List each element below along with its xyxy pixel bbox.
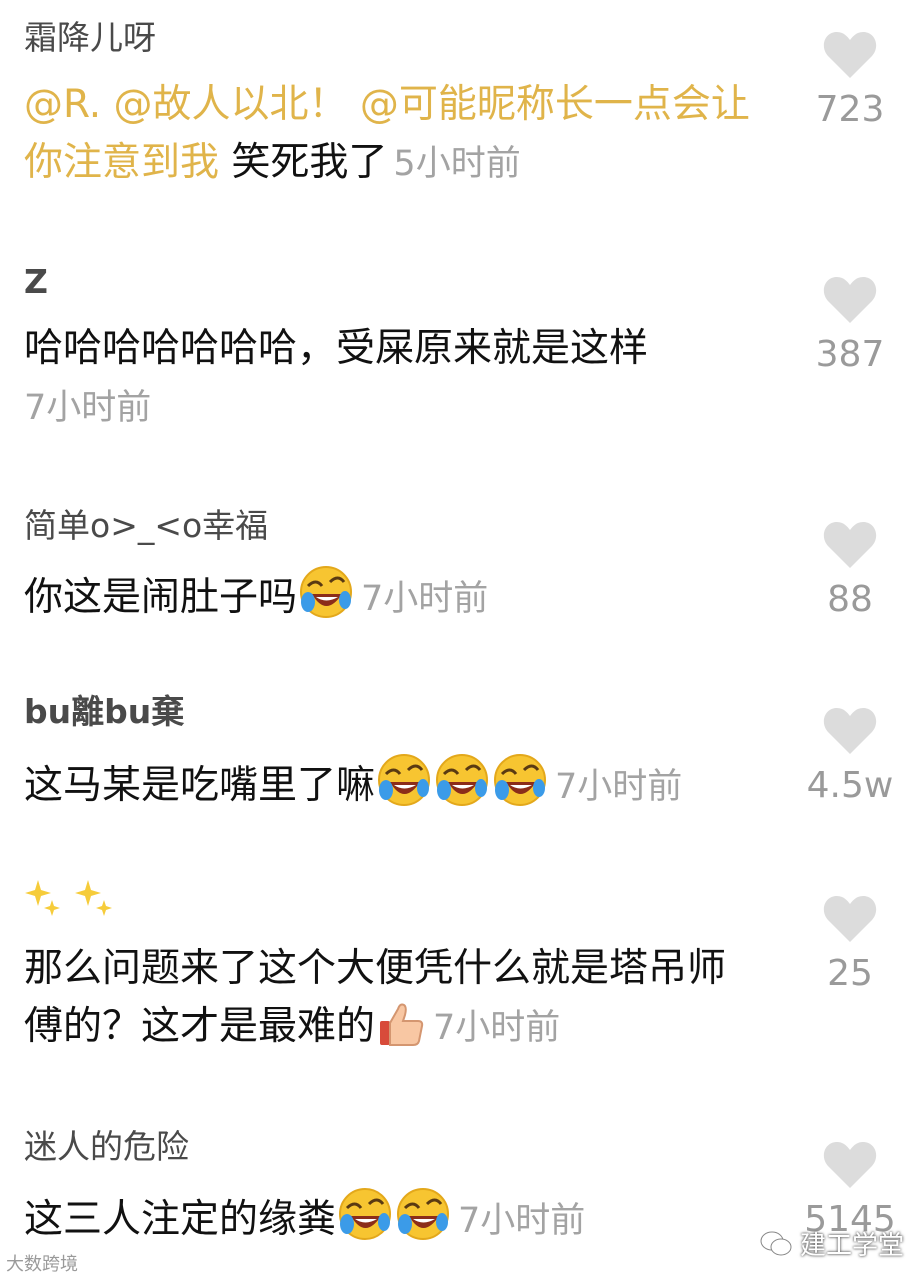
comment-body: 笑死我了	[219, 140, 388, 185]
comment-username[interactable]: 简单o>_<o幸福	[24, 506, 268, 546]
like-control[interactable]: 723	[800, 30, 900, 130]
comment-username[interactable]: 霜降儿呀	[24, 18, 156, 58]
laughing-crying-emoji	[300, 566, 353, 618]
laughing-crying-emoji	[378, 754, 431, 806]
like-count: 88	[827, 579, 873, 620]
heart-icon[interactable]	[822, 275, 878, 325]
like-control[interactable]: 88	[800, 520, 900, 620]
comment-body: 那么问题来了这个大便凭什么就是塔吊师傅的？这才是最难的	[24, 946, 727, 1049]
heart-icon[interactable]	[822, 30, 878, 80]
watermark-right: 建工学堂	[760, 1225, 904, 1262]
comment-text: 这马某是吃嘴里了嘛 7小时前	[24, 752, 754, 816]
laughing-crying-emoji	[494, 754, 547, 806]
sparkles-emoji[interactable]	[24, 876, 120, 918]
watermark-left: 大数跨境	[6, 1250, 78, 1276]
comment-text: @R. @故人以北！ @可能昵称长一点会让你注意到我 笑死我了 5小时前	[24, 76, 754, 193]
comment-text: 这三人注定的缘粪 7小时前	[24, 1186, 754, 1250]
watermark-left-text: 大数跨境	[6, 1254, 78, 1275]
heart-icon[interactable]	[822, 706, 878, 756]
comment-body: 这马某是吃嘴里了嘛	[24, 763, 376, 808]
laughing-crying-emoji	[436, 754, 489, 806]
comment-text: 哈哈哈哈哈哈哈，受屎原来就是这样 7小时前	[24, 320, 754, 437]
like-count: 25	[827, 953, 873, 994]
comment-time: 7小时前	[361, 579, 489, 619]
comment-body: 这三人注定的缘粪	[24, 1197, 337, 1242]
like-control[interactable]: 4.5w	[800, 706, 900, 806]
comment-body: 你这是闹肚子吗	[24, 575, 298, 620]
like-control[interactable]: 25	[800, 894, 900, 994]
comment-time: 5小时前	[393, 144, 521, 184]
comment-body: 哈哈哈哈哈哈哈，受屎原来就是这样	[24, 326, 649, 371]
like-control[interactable]: 387	[800, 275, 900, 375]
wechat-icon	[760, 1231, 792, 1255]
like-count: 4.5w	[806, 765, 894, 806]
heart-icon[interactable]	[822, 894, 878, 944]
comment-username[interactable]: 迷人的危险	[24, 1127, 189, 1167]
watermark-right-text: 建工学堂	[800, 1231, 905, 1261]
like-count: 723	[815, 89, 885, 130]
thumbs-up-emoji	[380, 1003, 424, 1046]
laughing-crying-emoji	[397, 1188, 450, 1240]
comment-time: 7小时前	[458, 1201, 586, 1241]
heart-icon[interactable]	[822, 520, 878, 570]
like-count: 387	[815, 334, 885, 375]
comment-username[interactable]: bu離bu棄	[24, 692, 184, 732]
comment-time: 7小时前	[555, 767, 683, 807]
comment-time: 7小时前	[24, 388, 152, 428]
comment-text: 那么问题来了这个大便凭什么就是塔吊师傅的？这才是最难的 7小时前	[24, 940, 754, 1057]
comment-text: 你这是闹肚子吗 7小时前	[24, 564, 754, 628]
laughing-crying-emoji	[339, 1188, 392, 1240]
comment-time: 7小时前	[433, 1008, 561, 1048]
comment-username[interactable]: Z	[24, 262, 48, 302]
heart-icon[interactable]	[822, 1140, 878, 1190]
